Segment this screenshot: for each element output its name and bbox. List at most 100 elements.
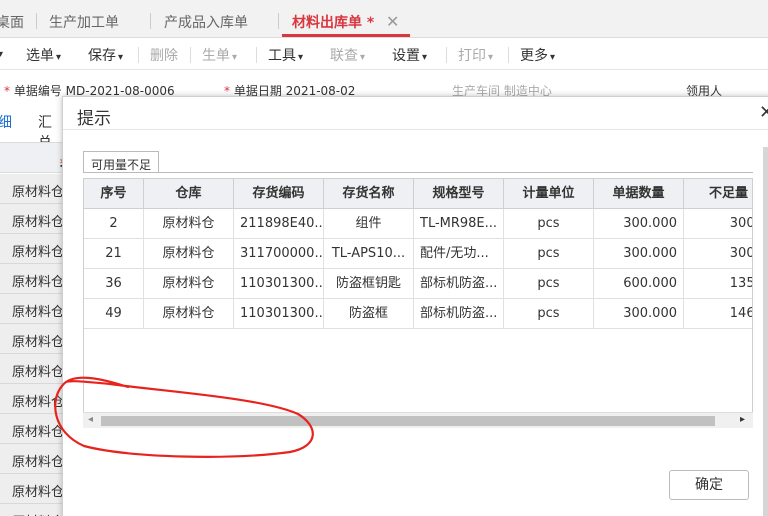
subtab-detail[interactable]: 细 bbox=[0, 112, 12, 132]
seq-cell: 49 bbox=[84, 299, 144, 329]
column-header-shortage[interactable]: 不足量 bbox=[684, 179, 752, 209]
warehouse-cell: 原材料仓 bbox=[144, 239, 234, 269]
print-label: 打印 bbox=[458, 48, 486, 64]
toolbar: ▾ 选单 ▾ 保存 ▾ 删除 生单 ▾ 工具 ▾ 联查 ▾ 设置 ▾ 打印 ▾ 更多 ▾ bbox=[0, 38, 768, 70]
column-header-doc-qty[interactable]: 单据数量 bbox=[594, 179, 684, 209]
doc-qty-cell: 300.000 bbox=[594, 299, 684, 329]
tab-finished-goods-inbound[interactable]: 产成品入库单 bbox=[164, 12, 248, 32]
item-name-cell: 防盗框钥匙 bbox=[324, 269, 414, 299]
warehouse-cell: 原材料仓 bbox=[144, 299, 234, 329]
delete-button[interactable]: 删除 bbox=[150, 45, 178, 65]
table-row[interactable]: 原材料仓 bbox=[0, 324, 65, 354]
table-row[interactable]: 原材料仓 bbox=[0, 384, 65, 414]
warehouse-cell: 原材料仓 bbox=[12, 185, 65, 200]
tab-desktop[interactable]: 桌面 bbox=[0, 12, 24, 32]
table-row[interactable]: 原材料仓 bbox=[0, 294, 64, 324]
table-row[interactable]: 原材料仓 bbox=[0, 174, 65, 204]
doc-no-label: 单据编号 bbox=[13, 84, 62, 98]
column-header-item-name[interactable]: 存货名称 bbox=[324, 179, 414, 209]
close-icon[interactable]: ✕ bbox=[386, 12, 399, 31]
table-row[interactable]: 原材料仓 bbox=[0, 444, 65, 474]
seq-cell: 2 bbox=[84, 209, 144, 239]
warehouse-cell: 原材料仓 bbox=[144, 209, 234, 239]
item-name-cell: TL-APS10... bbox=[324, 239, 414, 269]
shortage-cell: 135.0 bbox=[684, 269, 752, 299]
item-code-cell: 110301300... bbox=[234, 269, 324, 299]
spec-cell: 部标机防盗... bbox=[414, 269, 504, 299]
select-button[interactable]: 选单 ▾ bbox=[26, 45, 61, 65]
toolbar-divider bbox=[508, 47, 509, 63]
table-row[interactable]: 原材料仓 bbox=[0, 504, 64, 516]
close-icon[interactable]: ✕ bbox=[759, 102, 768, 123]
tools-label: 工具 bbox=[268, 48, 296, 64]
background-grid-header: *仓库 bbox=[0, 142, 73, 195]
print-button[interactable]: 打印 ▾ bbox=[458, 45, 493, 65]
toolbar-divider bbox=[256, 47, 257, 63]
unit-cell: pcs bbox=[504, 239, 594, 269]
table-row[interactable]: 原材料仓 bbox=[0, 264, 65, 294]
unit-cell: pcs bbox=[504, 299, 594, 329]
generate-label: 生单 bbox=[202, 48, 230, 64]
table-row[interactable]: 原材料仓 bbox=[0, 474, 65, 504]
save-button[interactable]: 保存 ▾ bbox=[88, 45, 123, 65]
table-row[interactable]: 原材料仓 bbox=[0, 234, 65, 264]
tab-production-order[interactable]: 生产加工单 bbox=[49, 12, 119, 32]
vertical-scrollbar[interactable] bbox=[763, 147, 768, 516]
table-row[interactable]: 2 原材料仓 211898E40... 组件 TL-MR98E... pcs 3… bbox=[84, 209, 752, 239]
tab-divider bbox=[278, 13, 279, 29]
detail-subtabs: 细 汇总 bbox=[0, 98, 62, 151]
generate-button[interactable]: 生单 ▾ bbox=[202, 45, 237, 65]
spec-cell: 配件/无功... bbox=[414, 239, 504, 269]
column-header-spec[interactable]: 规格型号 bbox=[414, 179, 504, 209]
chevron-down-icon[interactable]: ▾ bbox=[0, 45, 3, 61]
item-code-cell: 211898E40... bbox=[234, 209, 324, 239]
tab-divider bbox=[83, 172, 753, 173]
column-header-item-code[interactable]: 存货编码 bbox=[234, 179, 324, 209]
shortage-cell: 300.0 bbox=[684, 239, 752, 269]
table-row[interactable]: 原材料仓 bbox=[0, 204, 65, 234]
column-header-seq[interactable]: 序号 bbox=[84, 179, 144, 209]
settings-label: 设置 bbox=[392, 48, 420, 64]
warehouse-cell: 原材料仓 bbox=[12, 215, 65, 230]
scroll-right-icon[interactable]: ▸ bbox=[740, 414, 745, 425]
column-header-unit[interactable]: 计量单位 bbox=[504, 179, 594, 209]
warehouse-cell: 原材料仓 bbox=[144, 269, 234, 299]
warehouse-cell: 原材料仓 bbox=[12, 245, 65, 260]
table-row[interactable]: 原材料仓 bbox=[0, 414, 64, 444]
warehouse-cell: 原材料仓 bbox=[12, 511, 64, 516]
toolbar-divider bbox=[446, 47, 447, 63]
dialog-header-divider bbox=[63, 129, 768, 130]
table-header-row: 序号 仓库 存货编码 存货名称 规格型号 计量单位 单据数量 不足量 bbox=[84, 179, 752, 209]
item-name-cell: 组件 bbox=[324, 209, 414, 239]
table-row[interactable]: 21 原材料仓 311700000... TL-APS10... 配件/无功..… bbox=[84, 239, 752, 269]
tab-insufficient-qty[interactable]: 可用量不足 bbox=[83, 151, 159, 173]
scroll-left-icon[interactable]: ◂ bbox=[88, 414, 93, 425]
warehouse-cell: 原材料仓 bbox=[12, 455, 65, 470]
more-button[interactable]: 更多 ▾ bbox=[520, 45, 555, 65]
spec-cell: 部标机防盗... bbox=[414, 299, 504, 329]
settings-button[interactable]: 设置 ▾ bbox=[392, 45, 427, 65]
shortage-cell: 300.0 bbox=[684, 209, 752, 239]
ok-button[interactable]: 确定 bbox=[669, 470, 749, 500]
column-header-warehouse[interactable]: 仓库 bbox=[144, 179, 234, 209]
item-name-cell: 防盗框 bbox=[324, 299, 414, 329]
select-label: 选单 bbox=[26, 48, 54, 64]
doc-qty-cell: 600.000 bbox=[594, 269, 684, 299]
shortage-cell: 146.0 bbox=[684, 299, 752, 329]
scrollbar-thumb[interactable] bbox=[101, 416, 715, 426]
tab-material-outbound[interactable]: 材料出库单 * bbox=[292, 12, 374, 32]
warehouse-cell: 原材料仓 bbox=[12, 335, 65, 350]
item-code-cell: 311700000... bbox=[234, 239, 324, 269]
chevron-down-icon: ▾ bbox=[360, 52, 366, 63]
warehouse-cell: 原材料仓 bbox=[12, 485, 65, 500]
tab-bar: 桌面 生产加工单 产成品入库单 材料出库单 * ✕ bbox=[0, 0, 768, 38]
link-query-button[interactable]: 联查 ▾ bbox=[330, 45, 365, 65]
tools-button[interactable]: 工具 ▾ bbox=[268, 45, 303, 65]
warehouse-cell: 原材料仓 bbox=[12, 275, 65, 290]
table-row[interactable]: 36 原材料仓 110301300... 防盗框钥匙 部标机防盗... pcs … bbox=[84, 269, 752, 299]
link-query-label: 联查 bbox=[330, 48, 358, 64]
horizontal-scrollbar[interactable]: ◂ ▸ bbox=[83, 412, 753, 428]
table-row[interactable]: 原材料仓 bbox=[0, 354, 64, 384]
table-row[interactable]: 49 原材料仓 110301300... 防盗框 部标机防盗... pcs 30… bbox=[84, 299, 752, 329]
warehouse-cell: 原材料仓 bbox=[12, 395, 65, 410]
